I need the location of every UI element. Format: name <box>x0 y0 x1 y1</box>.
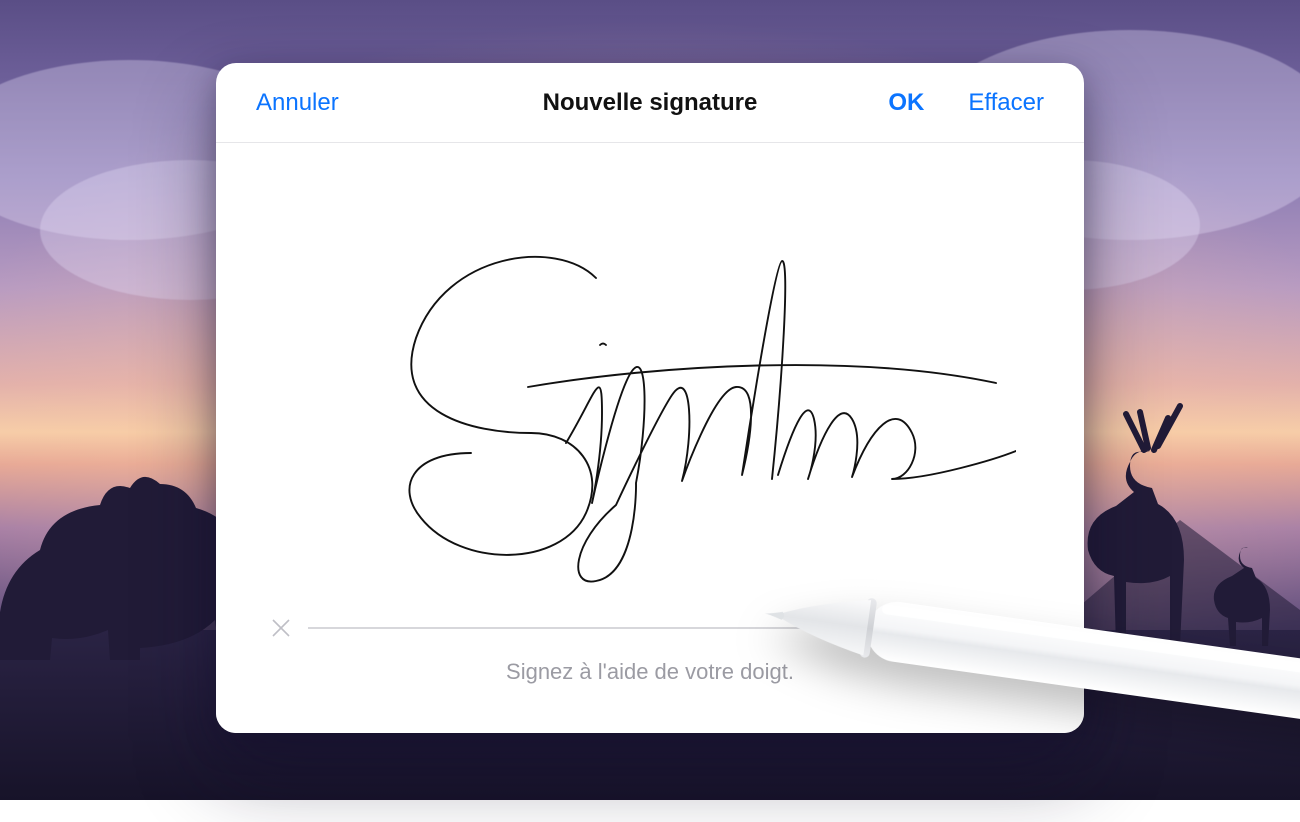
drawn-signature <box>296 183 1016 583</box>
signature-canvas[interactable]: Signez à l'aide de votre doigt. <box>216 143 1084 733</box>
clear-button[interactable]: Effacer <box>968 89 1044 117</box>
cancel-button[interactable]: Annuler <box>256 89 339 117</box>
ok-button[interactable]: OK <box>888 89 924 117</box>
clear-signature-icon[interactable] <box>268 615 294 641</box>
new-signature-dialog: Annuler Nouvelle signature OK Effacer <box>216 63 1084 733</box>
dialog-header: Annuler Nouvelle signature OK Effacer <box>216 63 1084 143</box>
signature-hint: Signez à l'aide de votre doigt. <box>216 659 1084 685</box>
fawn-silhouette <box>1190 540 1280 650</box>
baseline-row <box>268 615 1032 641</box>
signature-baseline <box>308 627 1032 629</box>
